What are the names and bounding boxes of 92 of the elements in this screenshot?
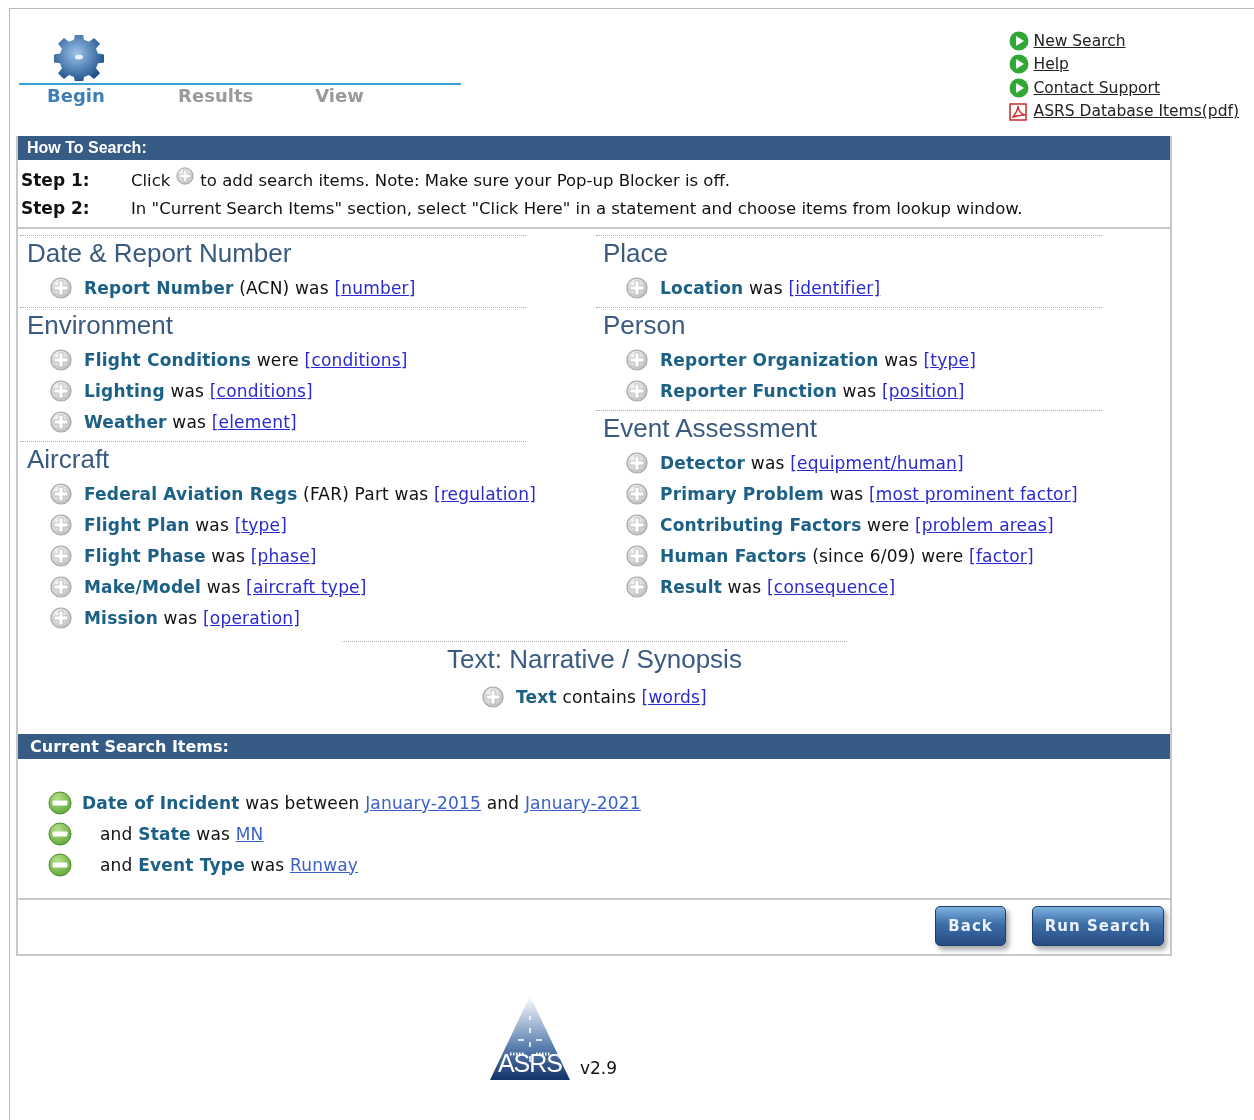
lookup-link[interactable]: [equipment/human] [790,452,964,473]
progress-step: Results [168,85,316,106]
add-icon[interactable] [50,379,72,402]
search-item: Human Factors (since 6/09) were [factor] [660,545,1034,566]
search-item: Report Number (ACN) was [number] [84,277,416,298]
category-heading: Environment [26,309,174,342]
add-icon[interactable] [482,686,505,708]
search-item: Weather was [element] [84,411,297,432]
lookup-link[interactable]: [problem areas] [914,514,1054,535]
search-item: Detector was [equipment/human] [660,452,964,473]
add-icon[interactable] [626,482,648,505]
add-icon[interactable] [626,451,648,474]
nav-link[interactable]: Help [1033,55,1069,74]
lookup-link[interactable]: January-2021 [524,792,641,813]
lookup-link[interactable]: [position] [882,380,965,401]
search-item: Location was [identifier] [660,277,881,298]
add-icon[interactable] [50,410,72,433]
version-text: v2.9 [579,1058,618,1078]
lookup-link[interactable]: [number] [334,277,416,298]
lookup-link[interactable]: [factor] [969,545,1034,566]
search-item: Make/Model was [aircraft type] [84,576,367,597]
action-button[interactable]: Run Search [1031,906,1164,946]
add-icon[interactable] [50,606,72,629]
category-heading: Text: Narrative / Synopsis [447,643,742,676]
criteria-text: and Event Type was Runway [99,854,359,875]
remove-icon[interactable] [48,790,72,815]
add-icon[interactable] [626,544,648,567]
lookup-link[interactable]: MN [235,823,264,844]
lookup-link[interactable]: [regulation] [433,483,536,504]
instruction-text: to add search items. Note: Make sure your Pop-up Blocker is off. [200,170,731,190]
search-item: Primary Problem was [most prominent factor] [660,483,1078,504]
add-icon[interactable] [50,482,72,505]
lookup-link[interactable]: [consequence] [767,576,896,597]
add-icon[interactable] [50,276,72,299]
search-item: Contributing Factors were [problem areas] [660,514,1054,535]
search-item: Federal Aviation Regs (FAR) Part was [regulation] [84,483,536,504]
add-icon [176,167,195,185]
add-icon[interactable] [626,276,648,299]
add-icon[interactable] [626,513,648,536]
remove-icon[interactable] [48,852,72,877]
category-heading: Person [602,309,687,342]
category-heading: Date & Report Number [26,237,293,270]
instruction-text: In "Current Search Items" section, select "Click Here" in a statement and choose items from lookup window. [131,198,1023,218]
criteria-text: Date of Incident was between January-2015 and January-2021 [82,792,641,813]
section-header: Current Search Items: [18,734,1170,759]
category-heading: Event Assessment [602,412,818,445]
action-button[interactable]: Back [935,906,1006,946]
lookup-link[interactable]: [operation] [203,607,301,628]
search-item: Lighting was [conditions] [84,380,313,401]
add-icon[interactable] [50,348,72,371]
pdf-icon [1008,101,1029,122]
step-label: Step 1: [21,170,91,190]
search-item: Flight Plan was [type] [84,514,288,535]
lookup-link[interactable]: [type] [923,349,976,370]
add-icon[interactable] [50,575,72,598]
lookup-link[interactable]: January-2015 [365,792,482,813]
remove-icon[interactable] [48,821,72,846]
lookup-link[interactable]: Runway [289,854,359,875]
step-label: Step 2: [21,198,91,218]
add-icon[interactable] [50,544,72,567]
lookup-link[interactable]: [identifier] [788,277,881,298]
lookup-link[interactable]: [aircraft type] [246,576,367,597]
search-item: Reporter Organization was [type] [660,349,976,370]
nav-link[interactable]: ASRS Database Items(pdf) [1033,102,1239,121]
nav-link[interactable]: Contact Support [1033,78,1161,97]
section-header: How To Search: [18,136,1170,160]
search-item: Flight Phase was [phase] [84,545,317,566]
search-item: Mission was [operation] [84,607,301,628]
nav-link[interactable]: New Search [1033,31,1126,50]
instruction-text: Click [131,170,171,190]
lookup-link[interactable]: [element] [211,411,297,432]
search-item: Text contains [words] [516,687,707,707]
gear-icon [53,35,105,81]
add-icon[interactable] [50,513,72,536]
add-icon[interactable] [626,575,648,598]
progress-step: Begin [19,85,169,106]
progress-step: View [315,85,461,106]
asrs-logo: ASRS [489,996,570,1080]
add-icon[interactable] [626,348,648,371]
add-icon[interactable] [626,379,648,402]
lookup-link[interactable]: [conditions] [304,349,408,370]
category-heading: Aircraft [26,443,111,476]
search-item: Reporter Function was [position] [660,380,965,401]
lookup-link[interactable]: [phase] [250,545,317,566]
search-item: Flight Conditions were [conditions] [84,349,408,370]
lookup-link[interactable]: [conditions] [209,380,313,401]
category-heading: Place [602,237,670,270]
criteria-text: and State was MN [99,823,264,844]
search-item: Result was [consequence] [660,576,896,597]
lookup-link[interactable]: [words] [641,687,707,707]
lookup-link[interactable]: [most prominent factor] [869,483,1078,504]
lookup-link[interactable]: [type] [234,514,288,535]
